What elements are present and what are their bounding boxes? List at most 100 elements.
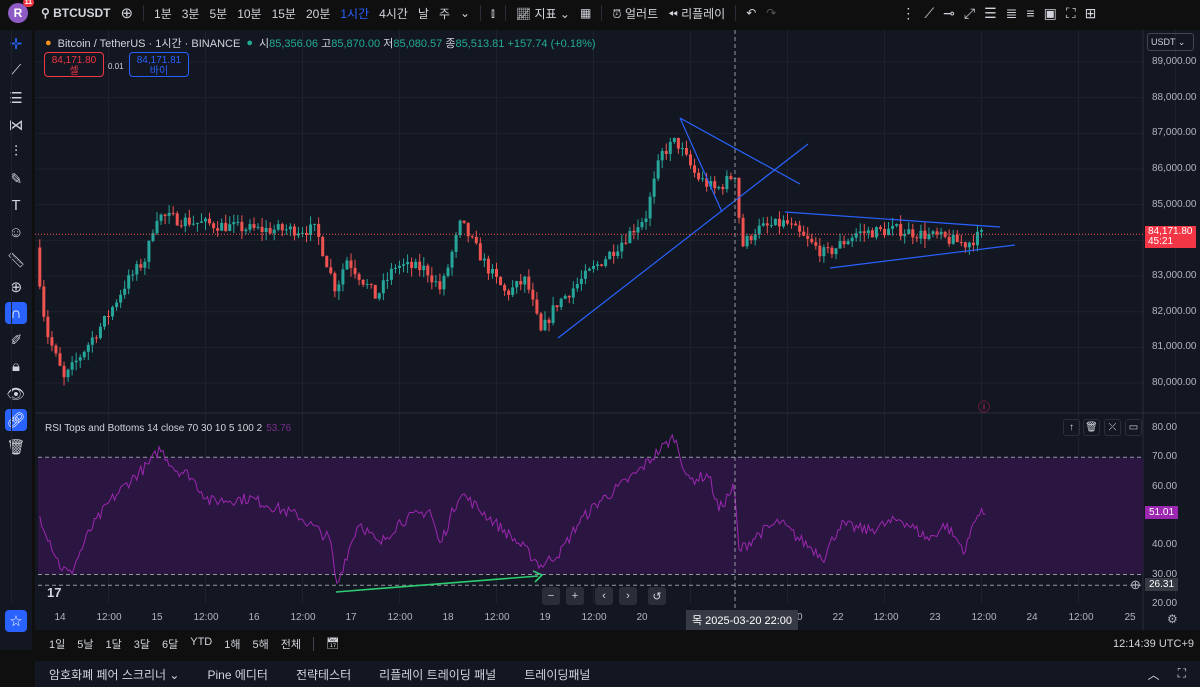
candle-body	[551, 305, 555, 323]
time-tick: 23	[929, 612, 941, 623]
range-1[interactable]: 5날	[71, 636, 99, 652]
candle-body	[313, 223, 317, 225]
candle-body	[94, 337, 98, 339]
time-tick: 12:00	[971, 612, 997, 623]
candle-body	[769, 224, 773, 226]
candle-body	[349, 260, 353, 268]
range-0[interactable]: 1일	[43, 636, 71, 652]
candle-body	[398, 265, 401, 268]
tab-trading-panel[interactable]: 트레이딩패널	[510, 666, 604, 683]
time-tick: 18	[442, 612, 454, 623]
collapse-pane-icon[interactable]: ⤫	[1104, 419, 1121, 436]
candle-body	[159, 214, 163, 221]
candle-body	[393, 267, 397, 269]
candle-body	[842, 241, 846, 245]
candle-body	[628, 230, 632, 244]
lightning-icon[interactable]: ⓘ	[978, 398, 990, 415]
candle-body	[786, 220, 789, 224]
reset-chart-button[interactable]: ↺	[648, 587, 666, 605]
candle-body	[82, 351, 86, 358]
time-tick: 16	[248, 612, 260, 623]
maximize-pane-icon[interactable]: ▭	[1125, 419, 1142, 436]
range-6[interactable]: 1해	[218, 636, 246, 652]
candle-body	[721, 187, 725, 190]
time-tick: 12:00	[581, 612, 607, 623]
tab-screener[interactable]: 암호화폐 페어 스크리너 ⌄	[35, 666, 193, 683]
chart-canvas[interactable]	[0, 0, 1200, 687]
zoom-in-button[interactable]: +	[566, 587, 584, 605]
range-3[interactable]: 3달	[128, 636, 156, 652]
calendar-icon[interactable]: 📅︎	[320, 637, 346, 650]
range-2[interactable]: 1달	[100, 636, 128, 652]
candle-body	[656, 160, 660, 179]
candle-body	[406, 261, 410, 265]
candle-body	[539, 313, 543, 331]
candle-body	[753, 234, 757, 241]
candle-body	[636, 227, 640, 233]
candle-body	[765, 223, 769, 226]
candle-body	[341, 269, 345, 285]
settings-icon[interactable]: ⚙	[1167, 612, 1178, 626]
candle-body	[798, 225, 802, 232]
clock[interactable]: 12:14:39 UTC+9	[1113, 638, 1194, 650]
candle-body	[333, 273, 337, 292]
add-alert-icon[interactable]: ⊕	[1130, 577, 1141, 593]
candle-body	[911, 229, 915, 238]
candle-body	[111, 306, 115, 317]
candle-body	[745, 236, 749, 247]
price-tick: 88,000.00	[1152, 91, 1197, 103]
candle-body	[878, 227, 882, 229]
candle-body	[389, 268, 393, 280]
candle-body	[135, 264, 139, 275]
zoom-out-button[interactable]: −	[542, 587, 560, 605]
sell-button[interactable]: 84,171.80 셀	[44, 52, 104, 77]
candle-body	[547, 319, 551, 323]
range-5[interactable]: YTD	[184, 636, 218, 652]
price-tick: 85,000.00	[1152, 198, 1197, 210]
maximize-icon[interactable]: ⛶	[1178, 666, 1186, 683]
candle-body	[309, 224, 313, 235]
candle-body	[248, 224, 252, 230]
candle-body	[438, 281, 442, 290]
candle-body	[862, 231, 866, 233]
candle-body	[624, 242, 628, 244]
candle-body	[410, 261, 414, 268]
candle-body	[955, 234, 959, 243]
tab-strategy-tester[interactable]: 전략테스터	[282, 666, 365, 683]
last-price-tag: 84,171.80 45:21	[1145, 226, 1196, 249]
time-tick: 24	[1026, 612, 1038, 623]
chevron-up-icon[interactable]: ︿	[1148, 666, 1160, 683]
scroll-right-button[interactable]: ›	[619, 587, 637, 605]
candle-body	[458, 220, 462, 236]
price-tick: 82,000.00	[1152, 305, 1197, 317]
candle-body	[232, 222, 236, 225]
candle-body	[42, 286, 46, 317]
candle-body	[127, 275, 131, 289]
move-up-icon[interactable]: ↑	[1063, 419, 1080, 436]
candle-body	[818, 245, 822, 257]
range-7[interactable]: 5해	[247, 636, 275, 652]
candle-body	[608, 251, 612, 260]
candle-body	[414, 261, 418, 268]
range-8[interactable]: 전체	[275, 636, 307, 652]
candle-body	[377, 293, 381, 299]
buy-button[interactable]: 84,171.81 바이	[129, 52, 189, 77]
candle-body	[632, 230, 636, 233]
delete-pane-icon[interactable]: 🗑︎	[1083, 419, 1100, 436]
time-tick: 12:00	[96, 612, 122, 623]
candle-body	[725, 176, 729, 190]
candle-body	[620, 242, 624, 252]
time-tick: 20	[636, 612, 648, 623]
candle-body	[967, 242, 971, 248]
candle-body	[826, 247, 830, 249]
candle-body	[579, 278, 583, 284]
tab-replay-trading[interactable]: 리플레이 트레이딩 패널	[365, 666, 510, 683]
candle-body	[616, 251, 620, 256]
candle-body	[850, 237, 854, 242]
candle-body	[422, 265, 426, 271]
scroll-left-button[interactable]: ‹	[595, 587, 613, 605]
currency-select[interactable]: USDT ⌄	[1147, 33, 1194, 51]
tab-pine-editor[interactable]: Pine 에디터	[193, 666, 281, 683]
candle-body	[86, 344, 90, 352]
range-4[interactable]: 6달	[156, 636, 184, 652]
